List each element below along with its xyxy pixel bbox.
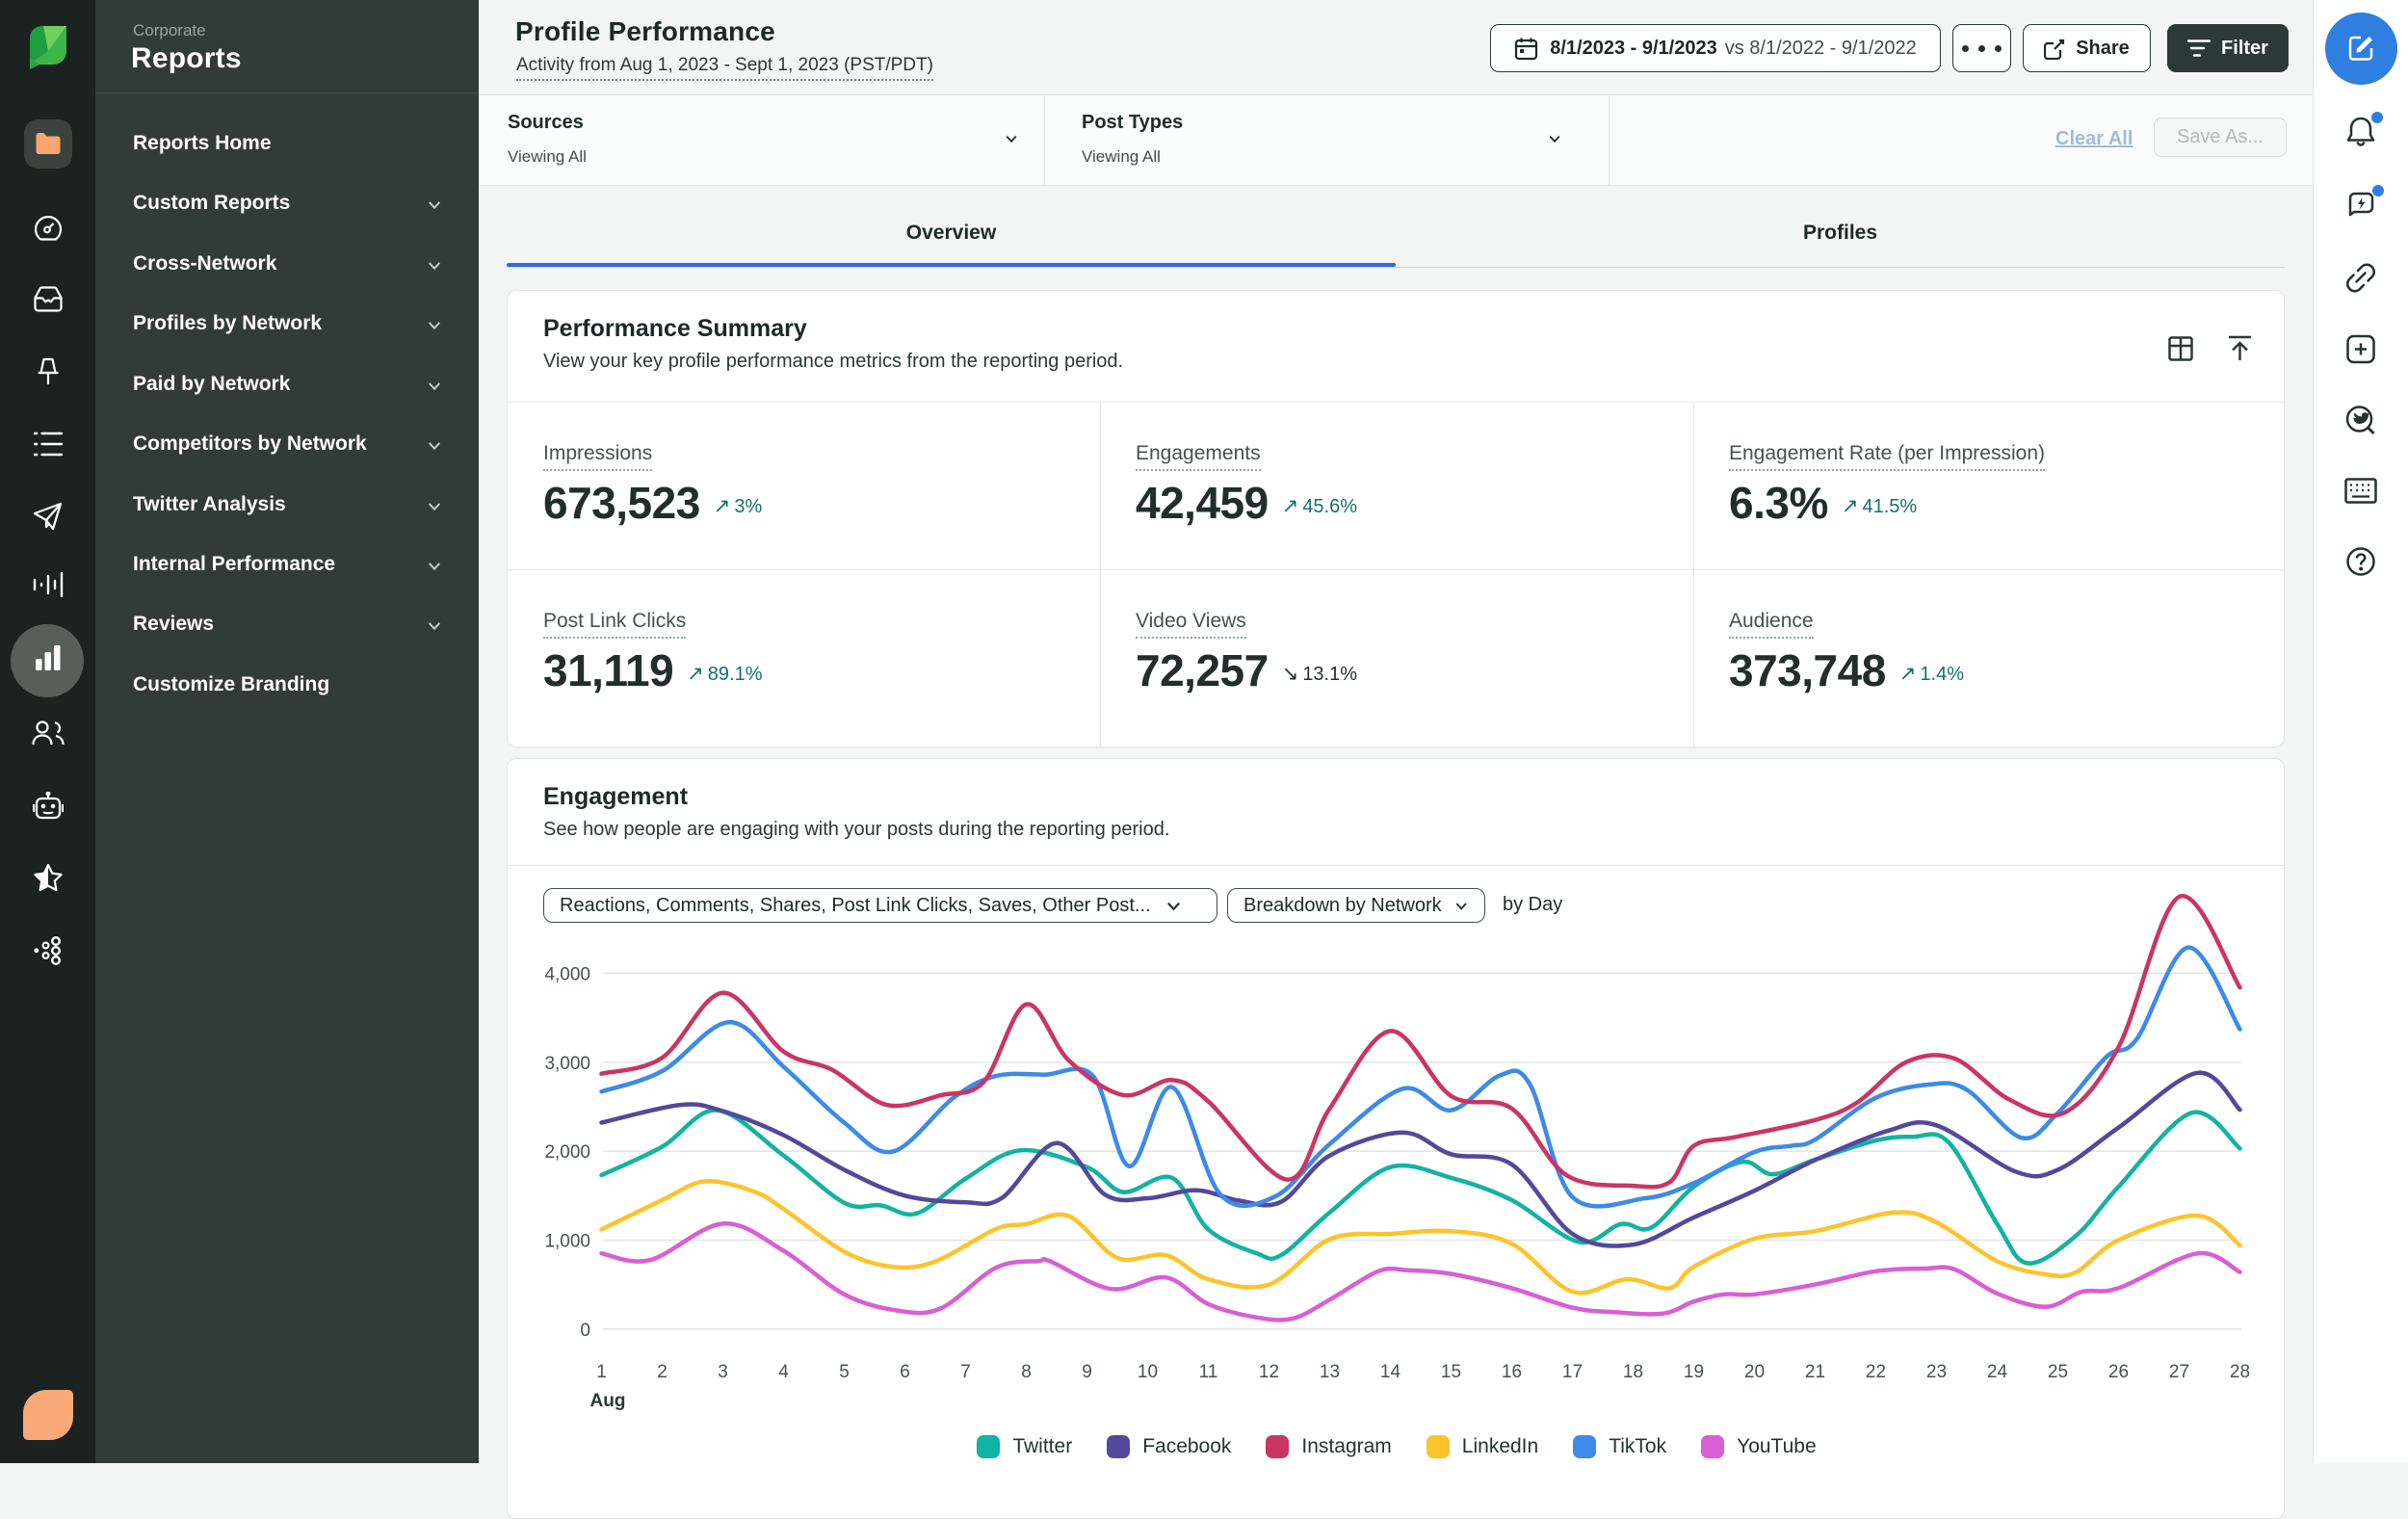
svg-text:21: 21 bbox=[1805, 1362, 1825, 1382]
svg-text:2,000: 2,000 bbox=[544, 1142, 590, 1163]
svg-text:22: 22 bbox=[1866, 1362, 1886, 1382]
svg-text:0: 0 bbox=[580, 1321, 590, 1341]
svg-text:4,000: 4,000 bbox=[544, 964, 590, 984]
svg-text:9: 9 bbox=[1082, 1362, 1092, 1382]
svg-text:28: 28 bbox=[2230, 1362, 2250, 1382]
svg-text:23: 23 bbox=[1926, 1362, 1947, 1382]
svg-text:15: 15 bbox=[1441, 1362, 1461, 1382]
svg-text:13: 13 bbox=[1320, 1362, 1340, 1382]
svg-text:2: 2 bbox=[657, 1362, 667, 1382]
svg-text:17: 17 bbox=[1562, 1362, 1583, 1382]
svg-text:3: 3 bbox=[718, 1362, 728, 1382]
svg-text:Aug: Aug bbox=[590, 1391, 626, 1411]
svg-text:26: 26 bbox=[2108, 1362, 2129, 1382]
svg-text:14: 14 bbox=[1380, 1362, 1401, 1382]
svg-text:27: 27 bbox=[2169, 1362, 2189, 1382]
svg-text:11: 11 bbox=[1199, 1362, 1218, 1382]
svg-text:3,000: 3,000 bbox=[544, 1054, 590, 1074]
svg-text:8: 8 bbox=[1021, 1362, 1032, 1382]
svg-text:19: 19 bbox=[1684, 1362, 1704, 1382]
svg-text:24: 24 bbox=[1987, 1362, 2008, 1382]
svg-text:1: 1 bbox=[596, 1362, 607, 1382]
svg-text:18: 18 bbox=[1623, 1362, 1643, 1382]
svg-text:1,000: 1,000 bbox=[544, 1232, 590, 1252]
svg-text:25: 25 bbox=[2048, 1362, 2068, 1382]
svg-text:12: 12 bbox=[1259, 1362, 1279, 1382]
svg-text:20: 20 bbox=[1744, 1362, 1765, 1382]
svg-text:10: 10 bbox=[1138, 1362, 1158, 1382]
svg-text:4: 4 bbox=[778, 1362, 789, 1382]
svg-text:6: 6 bbox=[900, 1362, 910, 1382]
svg-text:5: 5 bbox=[839, 1362, 850, 1382]
svg-text:7: 7 bbox=[960, 1362, 971, 1382]
svg-text:16: 16 bbox=[1502, 1362, 1522, 1382]
